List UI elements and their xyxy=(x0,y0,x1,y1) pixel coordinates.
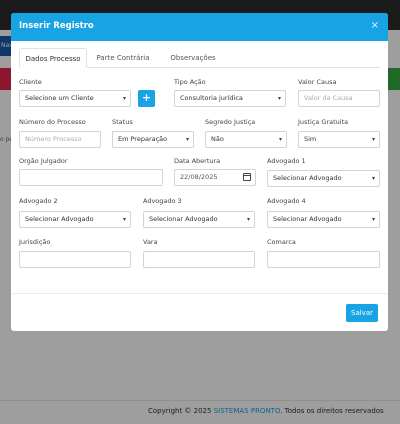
chevron-down-icon: ▾ xyxy=(277,95,281,102)
numero-processo-placeholder: Número Processo xyxy=(25,135,82,143)
advogado3-select[interactable]: Selecionar Advogado ▾ xyxy=(143,211,255,228)
status-select[interactable]: Em Preparação ▾ xyxy=(112,131,194,148)
advogado4-value: Selecionar Advogado xyxy=(273,215,342,223)
jurisdicao-label: Jurisdição xyxy=(19,238,51,246)
cliente-select[interactable]: Selecione um Cliente ▾ xyxy=(19,90,131,107)
insert-record-modal: Inserir Registro × Dados Processo Parte … xyxy=(11,13,388,331)
status-label: Status xyxy=(112,118,133,126)
chevron-down-icon: ▾ xyxy=(122,216,126,223)
segredo-justica-label: Segredo Justiça xyxy=(205,118,256,126)
chevron-down-icon: ▾ xyxy=(371,216,375,223)
vara-input[interactable] xyxy=(143,251,255,268)
tab-observacoes[interactable]: Observações xyxy=(159,48,227,68)
chevron-down-icon: ▾ xyxy=(122,95,126,102)
chevron-down-icon: ▾ xyxy=(246,216,250,223)
justica-gratuita-value: Sim xyxy=(304,135,317,143)
status-value: Em Preparação xyxy=(118,135,168,143)
comarca-input[interactable] xyxy=(267,251,380,268)
segredo-justica-select[interactable]: Não ▾ xyxy=(205,131,287,148)
orgao-julgador-label: Orgão Julgador xyxy=(19,157,68,165)
tab-bar: Dados Processo Parte Contrária Observaçõ… xyxy=(19,48,380,68)
modal-header: Inserir Registro × xyxy=(11,13,388,41)
segredo-justica-value: Não xyxy=(211,135,224,143)
chevron-down-icon: ▾ xyxy=(371,175,375,182)
advogado2-value: Selecionar Advogado xyxy=(25,215,94,223)
advogado3-label: Advogado 3 xyxy=(143,197,182,205)
advogado1-label: Advogado 1 xyxy=(267,157,306,165)
advogado1-value: Selecionar Advogado xyxy=(273,174,342,182)
chevron-down-icon: ▾ xyxy=(185,136,189,143)
advogado4-select[interactable]: Selecionar Advogado ▾ xyxy=(267,211,380,228)
advogado1-select[interactable]: Selecionar Advogado ▾ xyxy=(267,170,380,187)
tab-parte-contraria[interactable]: Parte Contrária xyxy=(89,48,157,68)
numero-processo-label: Número do Processo xyxy=(19,118,86,126)
data-abertura-label: Data Abertura xyxy=(174,157,221,165)
data-abertura-value: 22/08/2025 xyxy=(180,173,218,181)
advogado4-label: Advogado 4 xyxy=(267,197,306,205)
cliente-label: Cliente xyxy=(19,78,42,86)
save-button[interactable]: Salvar xyxy=(346,304,378,322)
advogado3-value: Selecionar Advogado xyxy=(149,215,218,223)
tipo-acao-select[interactable]: Consultoria jurídica ▾ xyxy=(174,90,286,107)
tipo-acao-label: Tipo Ação xyxy=(174,78,206,86)
comarca-label: Comarca xyxy=(267,238,296,246)
data-abertura-input[interactable]: 22/08/2025 xyxy=(174,169,256,186)
add-client-button[interactable]: + xyxy=(138,90,155,107)
close-icon[interactable]: × xyxy=(371,20,379,31)
justica-gratuita-label: Justiça Gratuita xyxy=(298,118,349,126)
modal-footer-divider xyxy=(11,293,388,294)
valor-causa-input[interactable]: Valor da Causa xyxy=(298,90,380,107)
vara-label: Vara xyxy=(143,238,158,246)
valor-causa-placeholder: Valor da Causa xyxy=(304,94,353,102)
orgao-julgador-input[interactable] xyxy=(19,169,163,186)
advogado2-label: Advogado 2 xyxy=(19,197,58,205)
jurisdicao-input[interactable] xyxy=(19,251,131,268)
chevron-down-icon: ▾ xyxy=(278,136,282,143)
modal-title: Inserir Registro xyxy=(19,21,94,31)
calendar-icon[interactable] xyxy=(243,173,251,181)
chevron-down-icon: ▾ xyxy=(371,136,375,143)
valor-causa-label: Valor Causa xyxy=(298,78,337,86)
justica-gratuita-select[interactable]: Sim ▾ xyxy=(298,131,380,148)
advogado2-select[interactable]: Selecionar Advogado ▾ xyxy=(19,211,131,228)
numero-processo-input[interactable]: Número Processo xyxy=(19,131,101,148)
tipo-acao-value: Consultoria jurídica xyxy=(180,94,243,102)
tab-dados-processo[interactable]: Dados Processo xyxy=(19,48,87,68)
cliente-value: Selecione um Cliente xyxy=(25,94,94,102)
